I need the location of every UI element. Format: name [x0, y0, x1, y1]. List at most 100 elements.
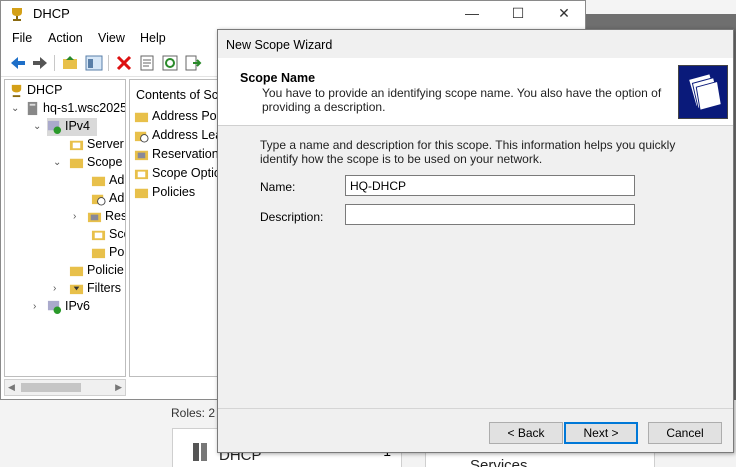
tree-item-scope[interactable]: Scope — [69, 154, 125, 172]
name-label: Name: — [260, 180, 296, 194]
window-title: DHCP — [33, 6, 70, 21]
tree-item-ipv6[interactable]: IPv6 — [47, 298, 107, 316]
wizard-divider — [218, 408, 733, 409]
dhcp-app-icon — [12, 8, 22, 21]
scope-name-input[interactable] — [345, 175, 635, 196]
next-button[interactable]: Next > — [564, 422, 638, 444]
export-list-icon[interactable] — [184, 54, 202, 72]
forward-arrow-icon[interactable] — [31, 54, 49, 72]
list-item-label: Address Poo — [152, 109, 221, 123]
close-button[interactable]: ✕ — [541, 1, 587, 27]
tree-item-server-options[interactable]: Server — [69, 136, 125, 154]
list-item-label: Address Leas — [152, 128, 221, 142]
ipv6-icon — [47, 300, 62, 314]
wizard-instructions: Type a name and description for this sco… — [260, 138, 676, 166]
wizard-page-heading: Scope Name — [240, 71, 316, 85]
chevron-down-icon[interactable]: ⌄ — [33, 121, 41, 132]
tree-item-server[interactable]: hq-s1.wsc2025 — [25, 100, 125, 118]
chevron-down-icon[interactable]: ⌄ — [53, 157, 61, 168]
scroll-right-icon[interactable]: ▶ — [115, 382, 122, 393]
folder-icon — [91, 176, 106, 187]
back-button[interactable]: < Back — [489, 422, 563, 444]
new-scope-wizard-dialog: New Scope Wizard Scope Name You have to … — [217, 29, 734, 453]
tree-label: Server — [87, 137, 124, 151]
scroll-thumb[interactable] — [21, 383, 81, 392]
delete-icon[interactable] — [115, 54, 133, 72]
properties-icon[interactable] — [138, 54, 156, 72]
list-item-scope-options[interactable]: Scope Optio — [134, 165, 220, 183]
ipv4-icon — [47, 120, 62, 134]
reservations-icon — [87, 212, 102, 223]
chevron-down-icon[interactable]: ⌄ — [11, 103, 19, 114]
show-hide-tree-icon[interactable] — [85, 54, 103, 72]
tree-label: Policie — [87, 263, 124, 277]
tree-item-policies[interactable]: Policie — [69, 262, 125, 280]
toolbar-separator — [108, 55, 109, 71]
list-item-label: Reservations — [152, 147, 221, 161]
folder-icon — [134, 112, 149, 123]
chevron-right-icon[interactable]: › — [53, 283, 56, 294]
tree-label: Ad — [109, 191, 125, 205]
folder-icon — [91, 248, 106, 259]
tree-label: Scope — [87, 155, 123, 169]
folder-options-icon — [91, 230, 106, 241]
chevron-right-icon[interactable]: › — [73, 211, 76, 222]
tree-label: Filters — [87, 281, 122, 295]
title-bar[interactable]: DHCP — ☐ ✕ — [1, 1, 585, 27]
back-arrow-icon[interactable] — [9, 54, 27, 72]
scope-description-input[interactable] — [345, 204, 635, 225]
tree-item-reservations[interactable]: Res — [87, 208, 125, 226]
folder-options-icon — [134, 169, 149, 180]
cancel-button[interactable]: Cancel — [648, 422, 722, 444]
list-item-address-leases[interactable]: Address Leas — [134, 127, 221, 145]
details-pane[interactable]: Contents of Sco Address Poo Address Leas… — [129, 79, 221, 377]
minimize-button[interactable]: — — [449, 1, 495, 27]
menu-action[interactable]: Action — [48, 31, 83, 45]
server-icon — [193, 443, 207, 461]
maximize-button[interactable]: ☐ — [495, 1, 541, 27]
description-label: Description: — [260, 210, 324, 224]
filter-icon — [69, 284, 84, 295]
services-tile-label: Services — [470, 457, 528, 467]
wizard-page-subtitle: You have to provide an identifying scope… — [262, 86, 662, 114]
wizard-header: Scope Name You have to provide an identi… — [218, 58, 733, 126]
folder-icon — [134, 188, 149, 199]
menu-file[interactable]: File — [12, 31, 32, 45]
reservations-icon — [134, 150, 149, 161]
tree-item-scope-policies[interactable]: Pol — [91, 244, 126, 262]
dhcp-trophy-icon — [11, 84, 22, 98]
console-tree[interactable]: DHCP ⌄ hq-s1.wsc2025 ⌄ IPv4 Server ⌄ Sco… — [4, 79, 126, 377]
tree-item-ipv4[interactable]: IPv4 — [47, 118, 97, 136]
folder-options-icon — [69, 140, 84, 151]
wizard-title: New Scope Wizard — [226, 38, 333, 52]
tree-horizontal-scrollbar[interactable]: ◀ ▶ — [4, 379, 126, 396]
menu-help[interactable]: Help — [140, 31, 166, 45]
tree-label: IPv4 — [65, 119, 91, 133]
wizard-folders-icon — [678, 65, 728, 119]
tree-item-address-pool[interactable]: Ad — [91, 172, 125, 190]
list-item-address-pool[interactable]: Address Poo — [134, 108, 221, 126]
list-item-policies[interactable]: Policies — [134, 184, 220, 202]
tree-item-dhcp-root[interactable]: DHCP — [9, 82, 125, 100]
details-header: Contents of Sco — [136, 88, 221, 102]
list-item-reservations[interactable]: Reservations — [134, 146, 221, 164]
up-folder-icon[interactable] — [61, 54, 79, 72]
tree-label: DHCP — [27, 83, 63, 97]
tree-item-scope-options[interactable]: Sco — [91, 226, 125, 244]
lease-clock-icon — [134, 131, 149, 143]
roles-label: Roles: 2 — [171, 406, 216, 420]
background-window-strip — [586, 0, 736, 14]
tree-item-filters[interactable]: Filters — [69, 280, 125, 298]
refresh-icon[interactable] — [161, 54, 179, 72]
lease-clock-icon — [91, 194, 106, 206]
folder-icon — [69, 266, 84, 277]
tree-label: Pol — [109, 245, 126, 259]
chevron-right-icon[interactable]: › — [33, 301, 36, 312]
list-item-label: Policies — [152, 185, 196, 199]
tree-label: Sco — [109, 227, 125, 241]
server-icon — [27, 101, 38, 116]
scroll-left-icon[interactable]: ◀ — [8, 382, 15, 393]
tree-item-address-leases[interactable]: Ad — [91, 190, 125, 208]
menu-view[interactable]: View — [98, 31, 125, 45]
tree-label: Ad — [109, 173, 125, 187]
